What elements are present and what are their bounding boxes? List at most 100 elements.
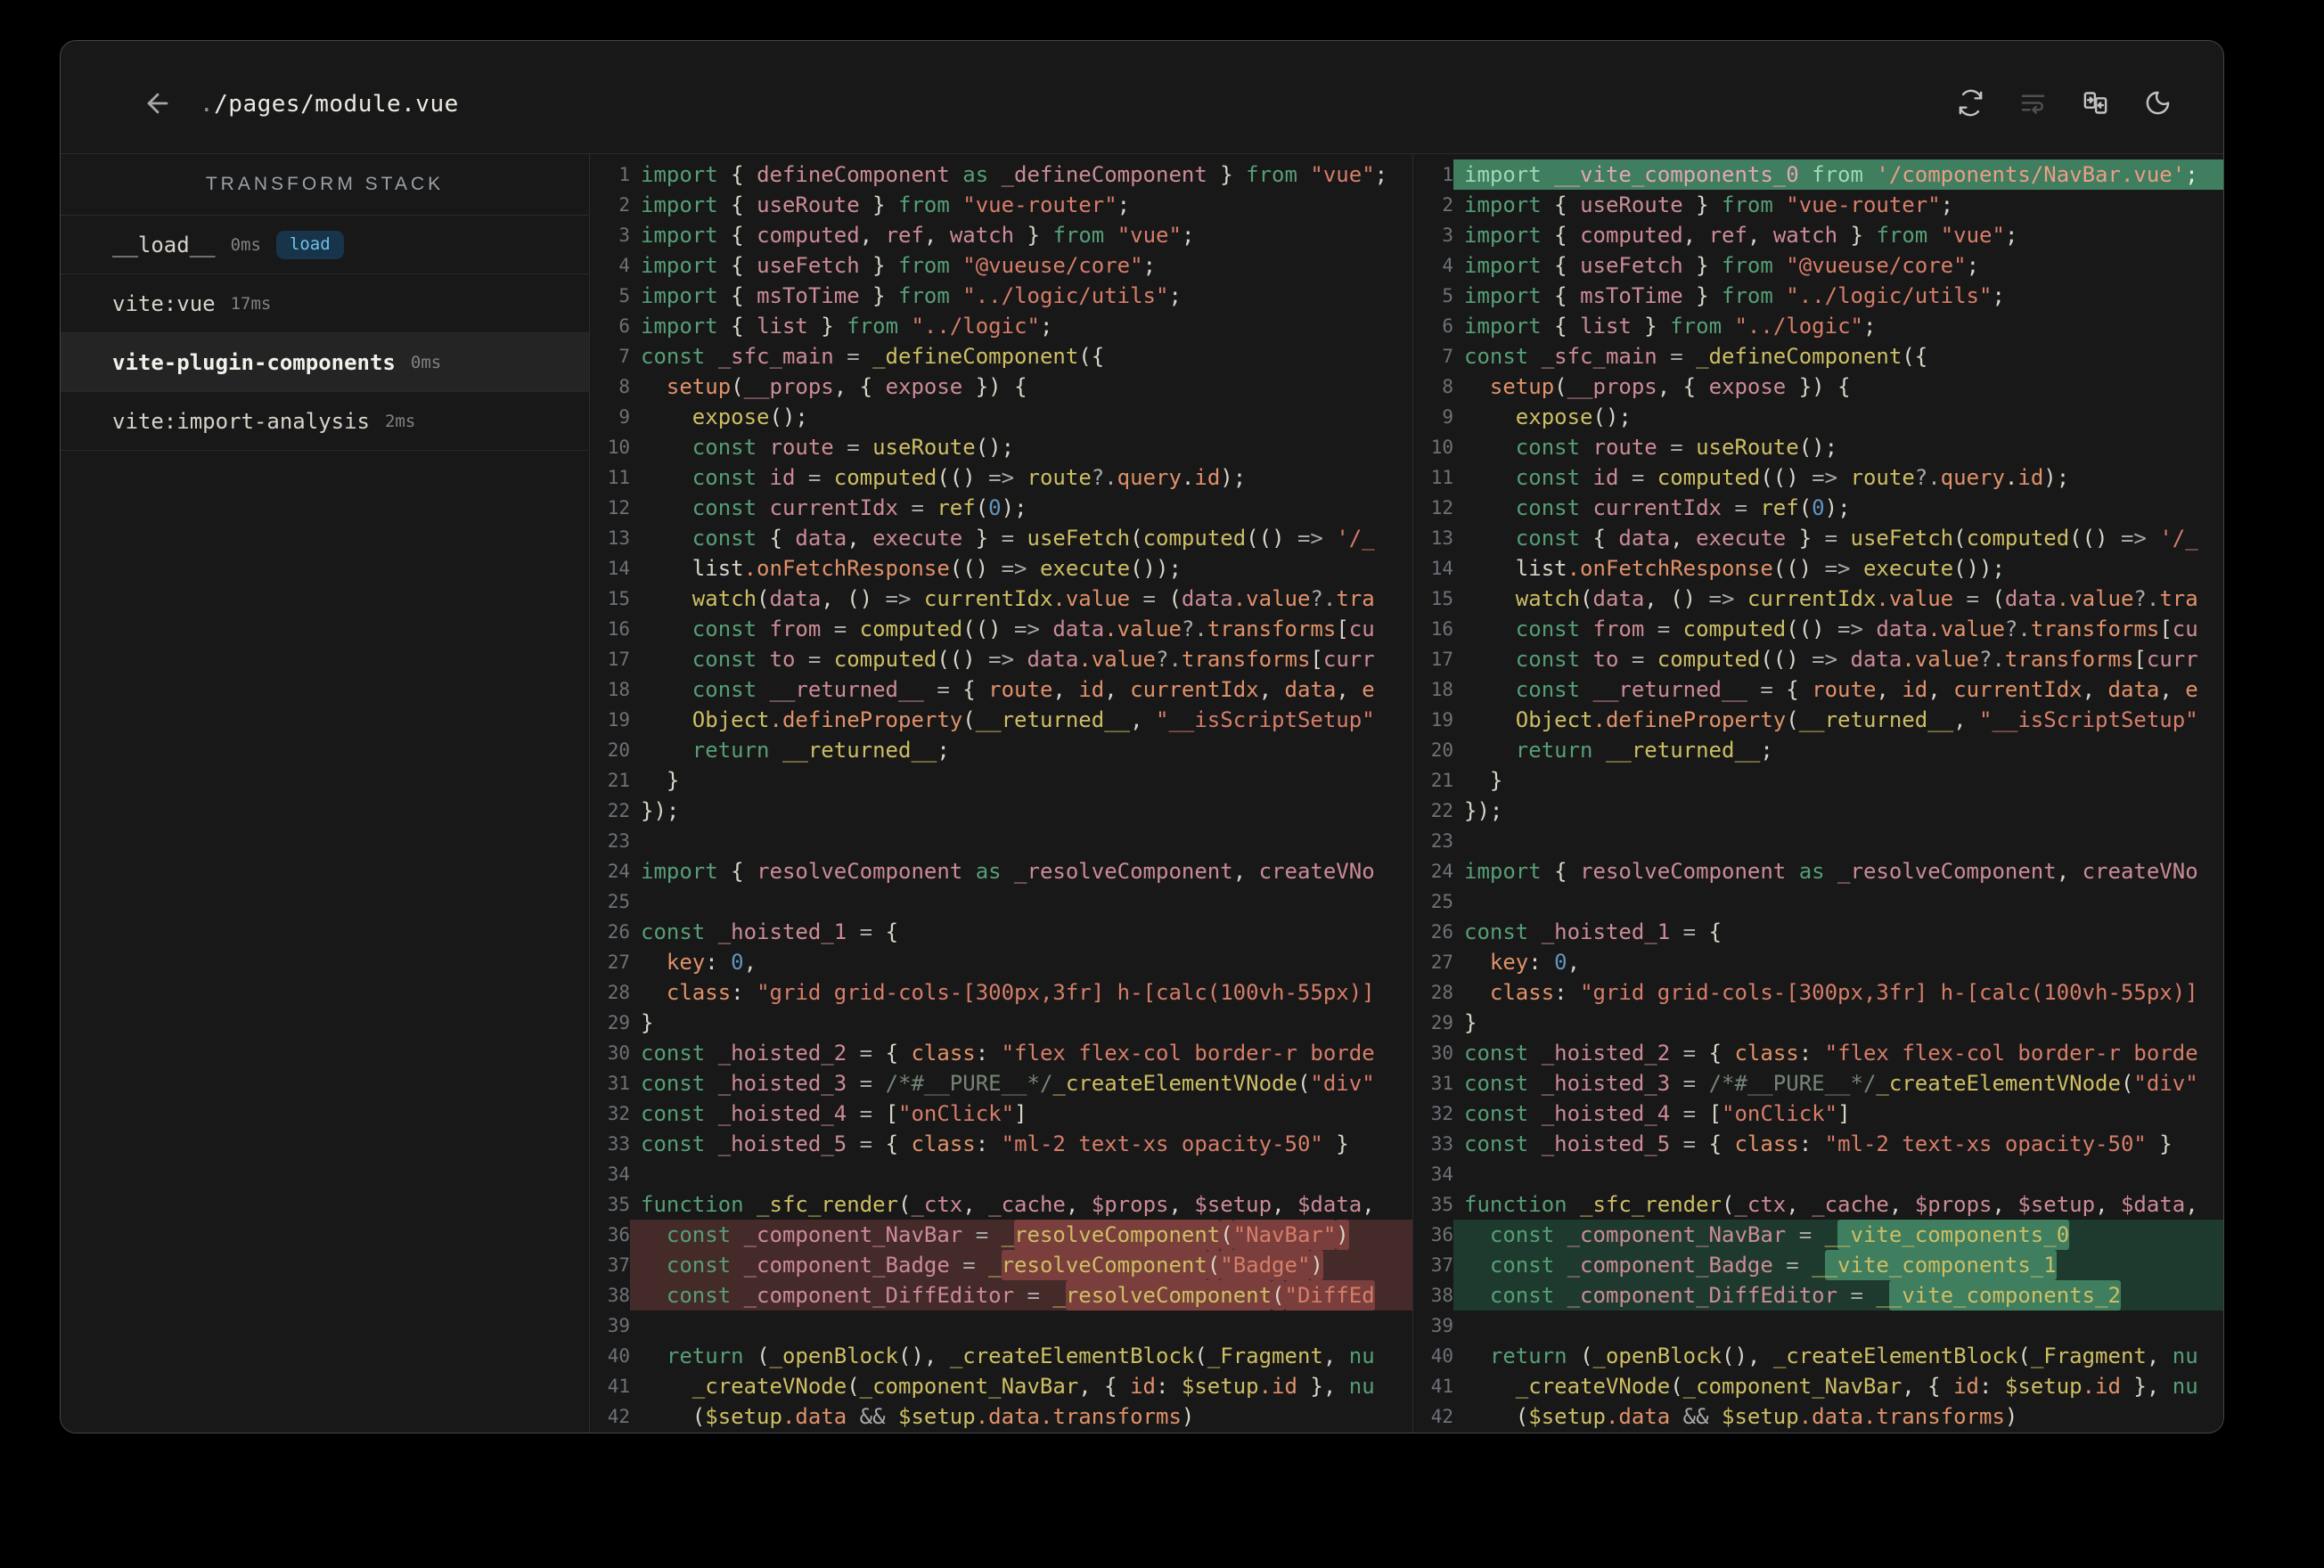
line-number: 9: [618, 406, 630, 428]
plugin-time: 0ms: [230, 234, 261, 255]
line-number: 6: [1442, 315, 1453, 337]
code-content: return __returned__;: [691, 738, 950, 763]
code-line: 31 const _hoisted_3 = /*#__PURE__*/_creat…: [1413, 1068, 2223, 1098]
code-content: return __returned__;: [1515, 738, 1773, 763]
code-content: const _hoisted_3 = /*#__PURE__*/_createE…: [641, 1071, 1375, 1096]
code-content: ($setup.data && $setup.data.transforms): [641, 1404, 1195, 1429]
code-line: 11 const id = computed(() => route?.quer…: [590, 462, 1412, 493]
code-content: const _hoisted_2 = { class: "flex flex-c…: [641, 1041, 1375, 1066]
line-number: 5: [1442, 285, 1453, 306]
code-line: 8 setup(__props, { expose }) {: [590, 372, 1412, 402]
code-content: const to = computed(() => data.value?.tr…: [1515, 647, 2198, 672]
line-number: 25: [607, 891, 630, 912]
line-number: 33: [607, 1133, 630, 1155]
code-line: 10 const route = useRoute();: [590, 432, 1412, 462]
code-line: 16 const from = computed(() => data.valu…: [1413, 614, 2223, 644]
code-content: import { useRoute } from "vue-router";: [1464, 192, 1954, 217]
code-content: Object.defineProperty(__returned__, "__i…: [1515, 707, 2198, 732]
code-content: const id = computed(() => route?.query.i…: [691, 465, 1247, 490]
code-line: 15 watch(data, () => currentIdx.value = …: [1413, 584, 2223, 614]
code-content: [630, 1311, 1412, 1341]
transform-stack-list: __load__ 0ms load vite:vue 17ms vite-plugin-c…: [61, 216, 589, 451]
code-content: import { computed, ref, watch } from "vu…: [1464, 223, 2018, 248]
load-badge: load: [275, 230, 344, 259]
code-line: 34: [1413, 1159, 2223, 1189]
code-pane-after[interactable]: 1 import __vite_components_0 from '/compo…: [1413, 154, 2223, 1433]
code-content: const _sfc_main = _defineComponent({: [641, 344, 1105, 369]
code-line: 39: [590, 1311, 1412, 1341]
line-number: 10: [1430, 437, 1453, 458]
transform-stack-item[interactable]: vite-plugin-components 0ms: [61, 333, 589, 392]
code-content: }: [641, 1010, 654, 1035]
line-number: 8: [618, 376, 630, 397]
code-content: key: 0,: [1489, 950, 1581, 975]
code-content: setup(__props, { expose }) {: [1489, 374, 1851, 399]
code-content: function _sfc_render(_ctx, _cache, $prop…: [641, 1192, 1375, 1217]
code-line: 1 import __vite_components_0 from '/compo…: [1413, 159, 2223, 190]
line-number: 4: [1442, 255, 1453, 276]
code-line: 9 expose();: [1413, 402, 2223, 432]
line-number: 15: [607, 588, 630, 609]
theme-toggle[interactable]: [2144, 89, 2172, 119]
line-number: 18: [1430, 679, 1453, 700]
code-content: [1453, 826, 2223, 856]
code-line: 19 Object.defineProperty(__returned__, "…: [590, 705, 1412, 735]
code-content: import { list } from "../logic";: [1464, 314, 1877, 339]
transform-stack-item[interactable]: vite:import-analysis 2ms: [61, 392, 589, 451]
sidebar-heading: TRANSFORM STACK: [61, 154, 589, 216]
code-content: const _hoisted_4 = ["onClick"]: [641, 1101, 1027, 1126]
code-content: watch(data, () => currentIdx.value = (da…: [1515, 586, 2198, 611]
line-number: 20: [607, 739, 630, 761]
line-number: 42: [1430, 1406, 1453, 1427]
code-content: [630, 826, 1412, 856]
line-number: 2: [1442, 194, 1453, 216]
code-line: 1 import { defineComponent as _defineComp…: [590, 159, 1412, 190]
moon-icon: [2144, 89, 2172, 119]
code-content: [630, 1159, 1412, 1189]
code-pane-before[interactable]: 1 import { defineComponent as _defineComp…: [590, 154, 1413, 1433]
inspector-window: ./pages/module.vue TRANSFORM STACK __loa…: [60, 40, 2224, 1433]
line-number: 22: [1430, 800, 1453, 821]
code-line: 12 const currentIdx = ref(0);: [590, 493, 1412, 523]
code-line: 14 list.onFetchResponse(() => execute())…: [1413, 553, 2223, 584]
code-content: function _sfc_render(_ctx, _cache, $prop…: [1464, 1192, 2198, 1217]
line-number: 8: [1442, 376, 1453, 397]
code-content: import { msToTime } from "../logic/utils…: [1464, 283, 2005, 308]
code-content: const to = computed(() => data.value?.tr…: [691, 647, 1375, 672]
line-number: 38: [1430, 1285, 1453, 1306]
line-number: 12: [1430, 497, 1453, 519]
code-content: list.onFetchResponse(() => execute());: [1464, 556, 2005, 581]
code-content: [1453, 886, 2223, 917]
line-number: 12: [607, 497, 630, 519]
code-content: class: "grid grid-cols-[300px,3fr] h-[ca…: [666, 980, 1375, 1005]
code-content: [1453, 1311, 2223, 1341]
line-number: 27: [1430, 951, 1453, 973]
line-number: 15: [1430, 588, 1453, 609]
transform-stack-item[interactable]: vite:vue 17ms: [61, 274, 589, 333]
line-number: 3: [618, 225, 630, 246]
line-number: 34: [1430, 1164, 1453, 1185]
line-number: 34: [607, 1164, 630, 1185]
code-line: 13 const { data, execute } = useFetch(co…: [1413, 523, 2223, 553]
line-number: 21: [607, 770, 630, 791]
code-content: import { useFetch } from "@vueuse/core";: [1464, 253, 1980, 278]
line-wrap-toggle[interactable]: [2019, 89, 2047, 119]
code-content: const _component_DiffEditor = _resolveCo…: [630, 1280, 1412, 1311]
code-line: 20 return __returned__;: [1413, 735, 2223, 765]
back-button[interactable]: [143, 88, 173, 121]
code-content: const _component_NavBar = _resolveCompon…: [630, 1220, 1412, 1250]
line-number: 19: [1430, 709, 1453, 731]
diff-view-toggle[interactable]: [2082, 89, 2109, 119]
refresh-button[interactable]: [1957, 89, 1984, 119]
main-area: TRANSFORM STACK __load__ 0ms load vite:vue 1…: [61, 154, 2223, 1433]
code-line: 30 const _hoisted_2 = { class: "flex flex…: [1413, 1038, 2223, 1068]
code-line: 40 return (_openBlock(), _createElementB…: [590, 1341, 1412, 1371]
code-line: 37 const _component_Badge = __vite_compo…: [1413, 1250, 2223, 1280]
line-number: 40: [607, 1345, 630, 1367]
code-line: 36 const _component_NavBar = __vite_comp…: [1413, 1220, 2223, 1250]
line-number: 39: [607, 1315, 630, 1336]
code-content: }: [1464, 768, 1503, 793]
transform-stack-item[interactable]: __load__ 0ms load: [61, 216, 589, 274]
line-number: 7: [618, 346, 630, 367]
code-content: const route = useRoute();: [1515, 435, 1838, 460]
